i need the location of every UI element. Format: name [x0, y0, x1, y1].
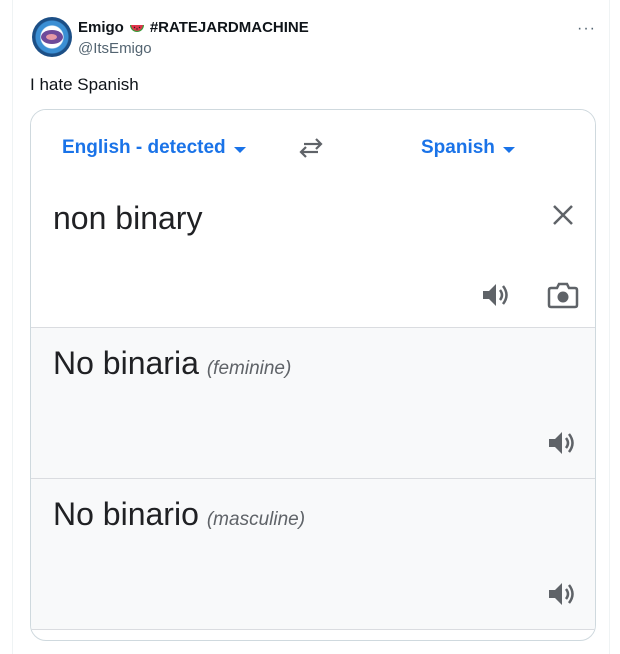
- source-language-selector[interactable]: English - detected: [62, 137, 246, 159]
- user-handle[interactable]: @ItsEmigo: [78, 40, 152, 57]
- gender-label: (feminine): [206, 358, 292, 379]
- source-text[interactable]: non binary: [53, 200, 202, 237]
- display-name[interactable]: Emigo: [78, 19, 124, 36]
- target-language-label: Spanish: [421, 137, 495, 158]
- author-name-row[interactable]: Emigo #RATEJARDMACHINE: [78, 19, 309, 36]
- translation-result-feminine: No binaria (feminine): [31, 328, 595, 479]
- speaker-icon[interactable]: [547, 429, 577, 457]
- translation-result-masculine: No binario (masculine): [31, 479, 595, 630]
- speaker-icon[interactable]: [481, 281, 511, 309]
- gender-label: (masculine): [206, 509, 306, 530]
- translation-image[interactable]: English - detected Spanish non binary No…: [30, 109, 596, 641]
- source-language-label: English - detected: [62, 137, 226, 158]
- close-icon[interactable]: [551, 203, 575, 227]
- translation-text[interactable]: No binaria: [53, 345, 199, 381]
- language-bar: English - detected Spanish: [31, 110, 595, 184]
- speaker-icon[interactable]: [547, 580, 577, 608]
- translation-text[interactable]: No binario: [53, 496, 199, 532]
- chevron-down-icon: [502, 146, 515, 153]
- source-panel: non binary: [31, 183, 595, 328]
- hashtag[interactable]: #RATEJARDMACHINE: [150, 19, 309, 36]
- watermelon-icon: [129, 24, 144, 32]
- tweet-text: I hate Spanish: [30, 75, 139, 94]
- camera-icon[interactable]: [547, 281, 579, 309]
- chevron-down-icon: [233, 146, 246, 153]
- avatar[interactable]: [32, 17, 72, 57]
- more-options-icon[interactable]: ···: [577, 20, 596, 38]
- swap-languages-icon[interactable]: [296, 136, 326, 160]
- target-language-selector[interactable]: Spanish: [421, 137, 515, 159]
